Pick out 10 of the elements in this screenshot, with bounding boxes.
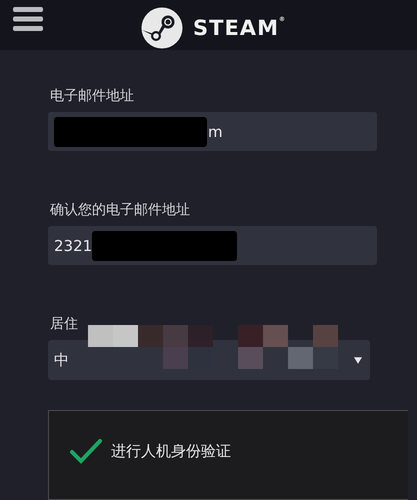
input-field[interactable]: 2321 [48,226,377,265]
menu-icon[interactable] [13,6,43,32]
caret-icon [354,356,362,364]
captcha-label: 进行人机身份验证 [111,442,231,460]
brand-name: STEAM$^{®}$ [193,16,286,40]
input-field[interactable]: m [48,112,377,151]
field-label: 电子邮件地址 [50,87,135,106]
field-label: 确认您的电子邮件地址 [50,201,191,220]
captcha-checkbox[interactable] [69,437,103,465]
field-label: 居住 [50,315,79,334]
